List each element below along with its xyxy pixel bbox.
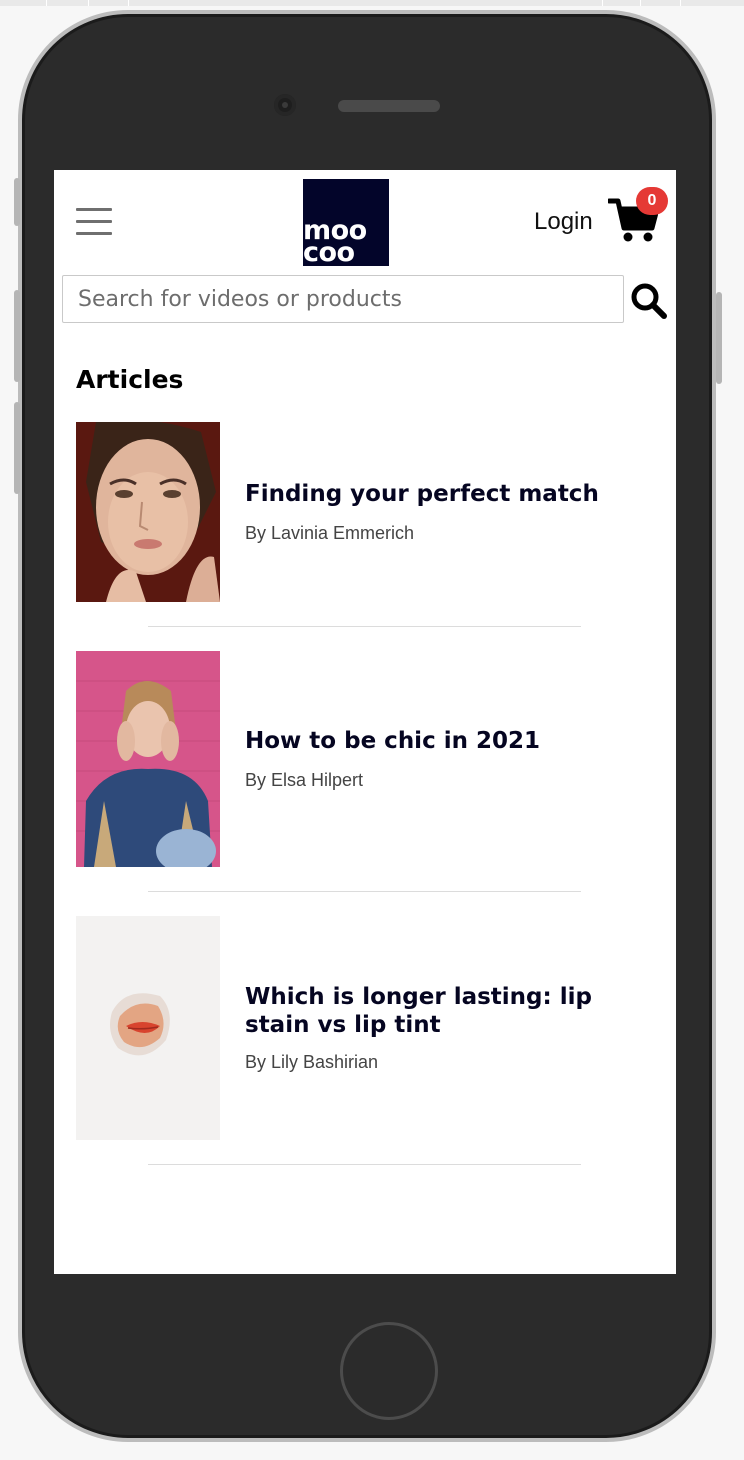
app-screen: moo coo Login 0 Articles [54, 170, 676, 1274]
article-thumbnail-3[interactable] [76, 916, 220, 1140]
article-thumbnail-1[interactable] [76, 422, 220, 602]
article-title-2[interactable]: How to be chic in 2021 [245, 727, 625, 755]
logo-line-2: coo [303, 237, 355, 266]
article-author-3: By Lily Bashirian [245, 1052, 379, 1072]
article-card-3[interactable]: Which is longer lasting: lip stain vs li… [76, 916, 636, 1140]
mute-switch [14, 178, 20, 226]
front-camera [274, 94, 296, 116]
moocoo-logo[interactable]: moo coo [303, 179, 389, 266]
article-author-1: By Lavinia Emmerich [245, 523, 415, 543]
hamburger-menu-icon[interactable] [76, 208, 114, 236]
article-card-2[interactable]: How to be chic in 2021 By Elsa Hilpert [76, 651, 636, 867]
articles-heading: Articles [76, 365, 184, 394]
search-icon[interactable] [630, 282, 668, 320]
search-input[interactable] [62, 275, 624, 323]
article-title-3[interactable]: Which is longer lasting: lip stain vs li… [245, 983, 625, 1039]
login-link[interactable]: Login [534, 208, 593, 236]
volume-down-button [14, 402, 20, 494]
article-thumbnail-2[interactable] [76, 651, 220, 867]
cart-count-badge: 0 [636, 187, 668, 215]
volume-up-button [14, 290, 20, 382]
power-button [716, 292, 722, 384]
article-card-1[interactable]: Finding your perfect match By Lavinia Em… [76, 422, 636, 602]
article-divider [148, 1164, 581, 1165]
article-divider [148, 891, 581, 892]
article-title-1[interactable]: Finding your perfect match [245, 480, 625, 508]
earpiece-speaker [338, 100, 440, 112]
browser-top-strip [0, 0, 744, 6]
article-author-2: By Elsa Hilpert [245, 770, 364, 790]
article-divider [148, 626, 581, 627]
home-button[interactable] [340, 1322, 438, 1420]
